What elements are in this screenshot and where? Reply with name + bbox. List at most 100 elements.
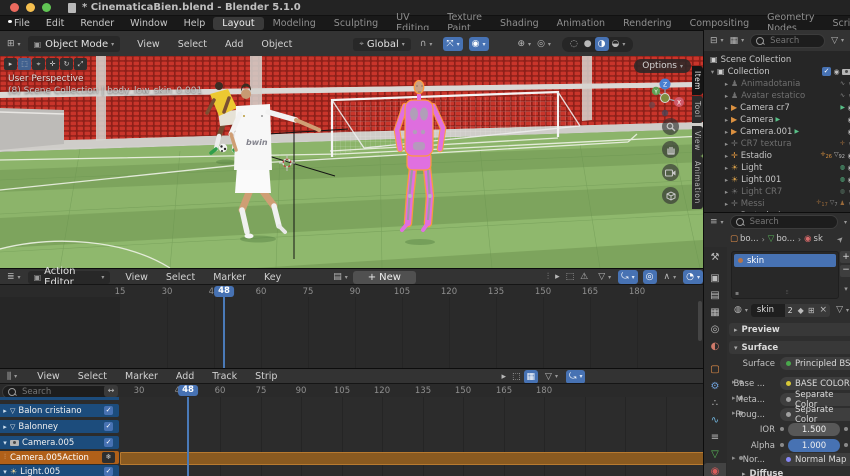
eye-open-icon[interactable]: ◉ — [845, 176, 850, 184]
action-browse-icon[interactable]: ▤ ▾ — [330, 272, 351, 282]
eye-open-icon[interactable]: ◉ — [845, 164, 850, 172]
overlays-icon[interactable]: ◎ ▾ — [534, 39, 554, 49]
fake-user-shield-icon[interactable]: ◆ — [795, 303, 806, 317]
tab-render-icon[interactable]: ▣ — [704, 270, 726, 287]
eye-open-icon[interactable]: ◉ — [831, 68, 842, 76]
move-tool-icon[interactable]: ✛ — [46, 58, 59, 70]
track-camera-005-action[interactable]: ⫶ Camera.005Action ❄ — [0, 451, 119, 464]
box-select-icon[interactable]: ⬚ — [563, 272, 578, 282]
outliner-filter-image-button[interactable]: ▦ ▾ — [727, 36, 748, 46]
tab-scene-icon[interactable]: ◎ — [704, 321, 726, 338]
cursor-tool-icon[interactable]: ⌖ — [32, 58, 45, 70]
eye-open-icon[interactable]: ◉ — [845, 116, 850, 124]
nla-current-frame-indicator[interactable]: 48 — [178, 385, 198, 396]
surface-shader-button[interactable]: Principled BS... — [780, 357, 850, 370]
maximize-window-button[interactable] — [42, 3, 51, 12]
soccer-ball[interactable] — [218, 143, 228, 153]
nla-menu-add[interactable]: Add — [167, 371, 203, 382]
material-users-count[interactable]: 2 — [784, 303, 796, 317]
snap-frame-icon[interactable]: ◔ ▾ — [683, 270, 703, 284]
unlink-material-icon[interactable]: × — [816, 303, 831, 317]
track-light-005[interactable]: ▾ ☀ Light.005 ✓ — [0, 465, 119, 476]
preview-section-header[interactable]: ▸ Preview ∷ — [729, 323, 850, 336]
menu-window[interactable]: Window — [122, 18, 175, 29]
tab-object-icon[interactable]: ▢ — [704, 361, 726, 378]
track-mute-checkbox[interactable]: ✓ — [104, 422, 113, 431]
tab-view-layer-icon[interactable]: ▦ — [704, 304, 726, 321]
select-box-tool-icon[interactable]: ⬚ — [18, 58, 31, 70]
outliner-row-animadotania[interactable]: ▸♟ Animadotania ∿ ∨ — [704, 78, 850, 89]
dopesheet-menu-select[interactable]: Select — [157, 272, 204, 283]
tab-modeling[interactable]: Modeling — [264, 17, 325, 30]
tab-constraints-icon[interactable]: ≡ — [704, 429, 726, 446]
dopesheet-menu-view[interactable]: View — [116, 272, 157, 283]
slot-list-handle[interactable]: ▪ — [735, 290, 739, 297]
zoom-icon[interactable] — [662, 118, 679, 135]
properties-editor-type-button[interactable]: ≡ ▾ — [707, 217, 727, 227]
sidebar-tab-animation[interactable]: Animation — [692, 156, 703, 209]
viewport-canvas[interactable]: bwin ▸ ⬚ ⌖ ✛ ↻ ⤢ User Perspective (8) Sc… — [0, 56, 703, 268]
outliner-search-input[interactable] — [768, 34, 820, 47]
nla-menu-marker[interactable]: Marker — [116, 371, 167, 382]
eye-closed-icon[interactable]: ∨ — [845, 140, 850, 148]
nla-box-select-icon[interactable]: ⬚ — [509, 372, 524, 382]
menu-edit[interactable]: Edit — [38, 18, 72, 29]
nla-filter-icon[interactable]: ▽ ▾ — [542, 372, 561, 382]
properties-search-input[interactable] — [747, 216, 832, 228]
viewport-menu-select[interactable]: Select — [169, 39, 216, 50]
layered-anim-icon[interactable]: ⫶ — [544, 272, 552, 282]
outliner-row-light-cr7[interactable]: ▸☀ Light CR7 ◍ ∨ — [704, 186, 850, 197]
current-frame-indicator[interactable]: 48 — [214, 286, 234, 297]
tab-tool-icon[interactable]: ⚒ — [704, 249, 726, 266]
mode-dropdown[interactable]: ▣ Object Mode ▾ — [27, 36, 121, 52]
pan-hand-icon[interactable] — [662, 141, 679, 158]
options-button[interactable]: Options ▾ — [634, 59, 691, 73]
nla-ruler[interactable]: ↔ 30 45 60 75 90 105 120 135 150 165 180… — [0, 383, 703, 399]
remove-slot-button[interactable]: − — [840, 265, 850, 277]
material-slot-list[interactable]: skin ▪ ⫶⫶ — [731, 251, 839, 299]
track-balonney[interactable]: ▸ ▽ Balonney ✓ — [0, 420, 119, 433]
transform-orientation-dropdown[interactable]: ⌖ Global ▾ — [353, 37, 411, 51]
pin-icon[interactable]: ➤ — [835, 233, 846, 244]
new-material-icon[interactable]: ⊞ — [805, 303, 817, 317]
ior-slider[interactable]: 1.500 — [788, 423, 840, 436]
proportional-edit-dropdown[interactable]: ◉ ▾ — [468, 37, 489, 51]
nla-menu-select[interactable]: Select — [69, 371, 116, 382]
collection-checkbox[interactable]: ✓ — [822, 67, 831, 76]
snapping-dropdown[interactable]: ⤧ ▾ — [443, 37, 463, 51]
surface-section-header[interactable]: ▾ Surface ∷ — [729, 341, 850, 354]
tab-rendering[interactable]: Rendering — [614, 17, 681, 30]
rendered-shading-icon[interactable]: ◒ ▾ — [609, 39, 629, 49]
viewport-menu-add[interactable]: Add — [216, 39, 252, 50]
eye-open-icon[interactable]: ◉ — [845, 128, 850, 136]
track-mute-checkbox[interactable]: ✓ — [104, 438, 113, 447]
sidebar-tab-view[interactable]: View — [692, 126, 703, 156]
eye-closed-icon[interactable]: ∨ — [845, 92, 850, 100]
tab-output-icon[interactable]: ▤ — [704, 287, 726, 304]
eye-open-icon[interactable]: ◉ — [845, 152, 850, 160]
outliner-row-collection[interactable]: ▾ ▣ Collection ✓ ◉ — [704, 66, 850, 77]
outliner-row-camera-cr7[interactable]: ▸▶ Camera cr7 ▶ ◉ — [704, 102, 850, 113]
dopesheet-editor-type-button[interactable]: ≣ ▾ — [4, 272, 24, 282]
material-preview-icon[interactable]: ◑ — [594, 37, 609, 51]
track-balon-cristiano[interactable]: ▸ ▽ Balon cristiano ✓ — [0, 404, 119, 417]
outliner-filter-icon[interactable]: ▽ ▾ — [828, 36, 847, 46]
nla-strip-camera-005-action[interactable] — [120, 452, 703, 465]
track-camera-005[interactable]: ▾ Camera.005 ✓ — [0, 436, 119, 449]
new-action-button[interactable]: + New — [352, 270, 416, 284]
auto-keying-icon[interactable]: ◎ — [642, 270, 657, 284]
outliner-row-light-001[interactable]: ▸☀ Light.001 ◍ ◉ — [704, 174, 850, 185]
tab-sculpting[interactable]: Sculpting — [325, 17, 387, 30]
menu-help[interactable]: Help — [176, 18, 214, 29]
proportional-icon[interactable]: ⤿ ▾ — [618, 270, 638, 284]
nla-cursor-icon[interactable]: ▸ — [498, 372, 509, 382]
select-cursor-icon[interactable]: ▸ — [552, 272, 563, 282]
dopesheet-menu-key[interactable]: Key — [255, 272, 290, 283]
track-mute-checkbox[interactable]: ✓ — [104, 467, 113, 476]
minimize-window-button[interactable] — [26, 3, 35, 12]
outliner-row-camera-001[interactable]: ▸▶ Camera.001 ▶ ◉ — [704, 126, 850, 137]
tab-world-icon[interactable]: ◐ — [704, 338, 726, 355]
menu-render[interactable]: Render — [72, 18, 122, 29]
diffuse-section-header[interactable]: ▸ Diffuse — [742, 469, 783, 476]
show-gizmo-icon[interactable]: ⊕ ▾ — [515, 39, 535, 49]
